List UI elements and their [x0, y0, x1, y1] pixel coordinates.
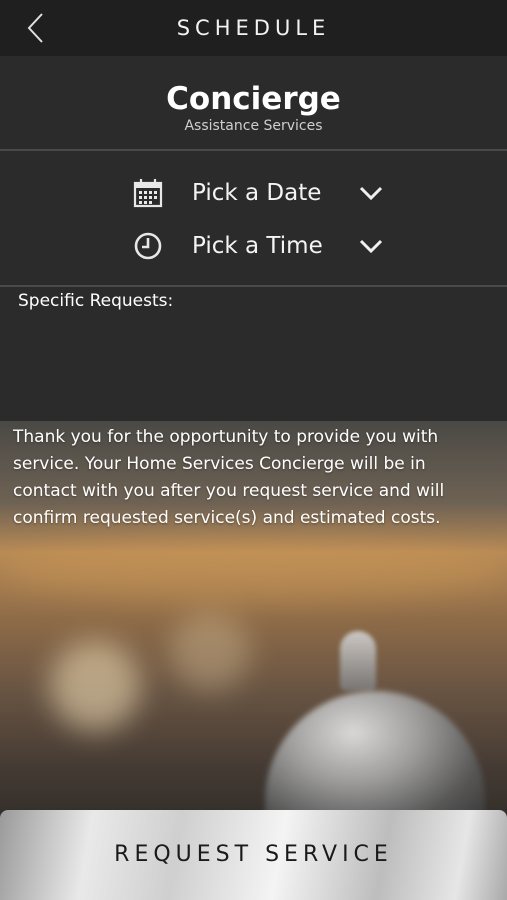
bell-knob	[340, 631, 376, 691]
date-time-pickers: Pick a Date Pick a Time	[0, 151, 507, 285]
calendar-icon	[133, 179, 163, 208]
specific-requests-section: Specific Requests:	[0, 288, 507, 421]
service-title: Concierge	[166, 81, 341, 117]
specific-requests-label: Specific Requests:	[18, 291, 174, 311]
screen-title: SCHEDULE	[176, 16, 331, 40]
date-picker-label: Pick a Date	[192, 180, 322, 206]
clock-icon	[134, 232, 162, 260]
request-service-button[interactable]: REQUEST SERVICE	[0, 810, 507, 900]
concierge-bell-background: Thank you for the opportunity to provide…	[0, 421, 507, 821]
request-service-label: REQUEST SERVICE	[114, 841, 393, 867]
chevron-down-icon	[359, 186, 383, 201]
time-picker[interactable]: Pick a Time	[0, 226, 507, 266]
date-picker[interactable]: Pick a Date	[0, 173, 507, 213]
chevron-left-icon	[27, 13, 43, 43]
light-band	[0, 541, 507, 601]
chevron-down-icon	[359, 239, 383, 254]
service-info-text: Thank you for the opportunity to provide…	[13, 427, 445, 528]
light-bokeh	[170, 611, 250, 691]
bell-dome	[265, 691, 485, 821]
back-button[interactable]	[18, 10, 54, 46]
top-navigation-bar: SCHEDULE	[0, 0, 507, 56]
specific-requests-input[interactable]	[0, 314, 507, 421]
light-bokeh	[50, 641, 140, 731]
divider	[0, 285, 507, 287]
time-picker-label: Pick a Time	[192, 233, 323, 259]
service-header: Concierge Assistance Services	[0, 56, 507, 149]
service-subtitle: Assistance Services	[184, 118, 323, 134]
